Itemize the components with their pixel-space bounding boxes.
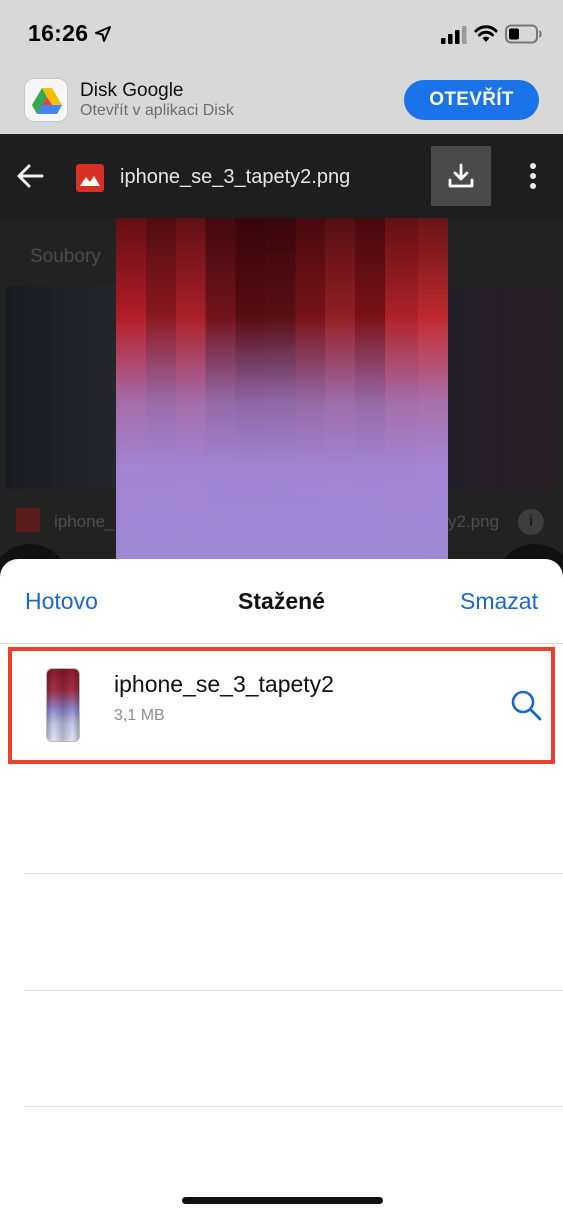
- download-icon: [448, 163, 474, 188]
- list-separator: [24, 873, 563, 874]
- download-button[interactable]: [431, 146, 491, 206]
- background-file-name-right: y2.png: [448, 512, 500, 531]
- background-image-file-icon: [16, 508, 40, 532]
- background-file-name-left: iphone_: [54, 512, 115, 531]
- search-icon[interactable]: [510, 689, 542, 721]
- banner-app-name: Disk Google: [80, 80, 184, 101]
- status-time: 16:26: [28, 20, 89, 46]
- download-file-name: iphone_se_3_tapety2: [114, 671, 334, 697]
- google-drive-logo-icon: [24, 78, 68, 122]
- info-icon: i: [518, 509, 544, 535]
- files-tab: Soubory: [30, 246, 101, 267]
- location-arrow-icon: [95, 26, 111, 42]
- cellular-signal-icon: [441, 26, 467, 44]
- status-bar: 16:26: [0, 0, 563, 66]
- drive-file-viewer: Soubory iphone_ y2.png i iphone_se_3_tap…: [0, 134, 563, 574]
- clear-button[interactable]: Smazat: [460, 588, 538, 615]
- file-thumbnail: [47, 669, 79, 741]
- smart-app-banner: Disk Google Otevřít v aplikaci Disk OTEV…: [0, 66, 563, 134]
- back-arrow-icon[interactable]: [16, 162, 44, 190]
- viewer-file-name: iphone_se_3_tapety2.png: [120, 166, 351, 188]
- list-separator: [24, 990, 563, 991]
- home-indicator[interactable]: [182, 1197, 383, 1204]
- open-in-app-button[interactable]: OTEVŘÍT: [404, 80, 539, 120]
- banner-subtitle: Otevřít v aplikaci Disk: [80, 102, 234, 119]
- more-vert-icon[interactable]: [524, 162, 542, 190]
- image-preview: [116, 218, 448, 574]
- battery-icon: [505, 24, 542, 44]
- image-file-icon: [76, 164, 104, 192]
- header-divider: [0, 643, 563, 644]
- wifi-icon: [474, 25, 498, 42]
- list-separator: [24, 1106, 563, 1107]
- downloads-sheet: Hotovo Stažené Smazat iphone_se_3_tapety…: [0, 559, 563, 1218]
- viewer-toolbar: iphone_se_3_tapety2.png: [0, 134, 563, 218]
- download-file-size: 3,1 MB: [114, 707, 165, 724]
- download-list-item[interactable]: iphone_se_3_tapety2 3,1 MB: [8, 647, 555, 764]
